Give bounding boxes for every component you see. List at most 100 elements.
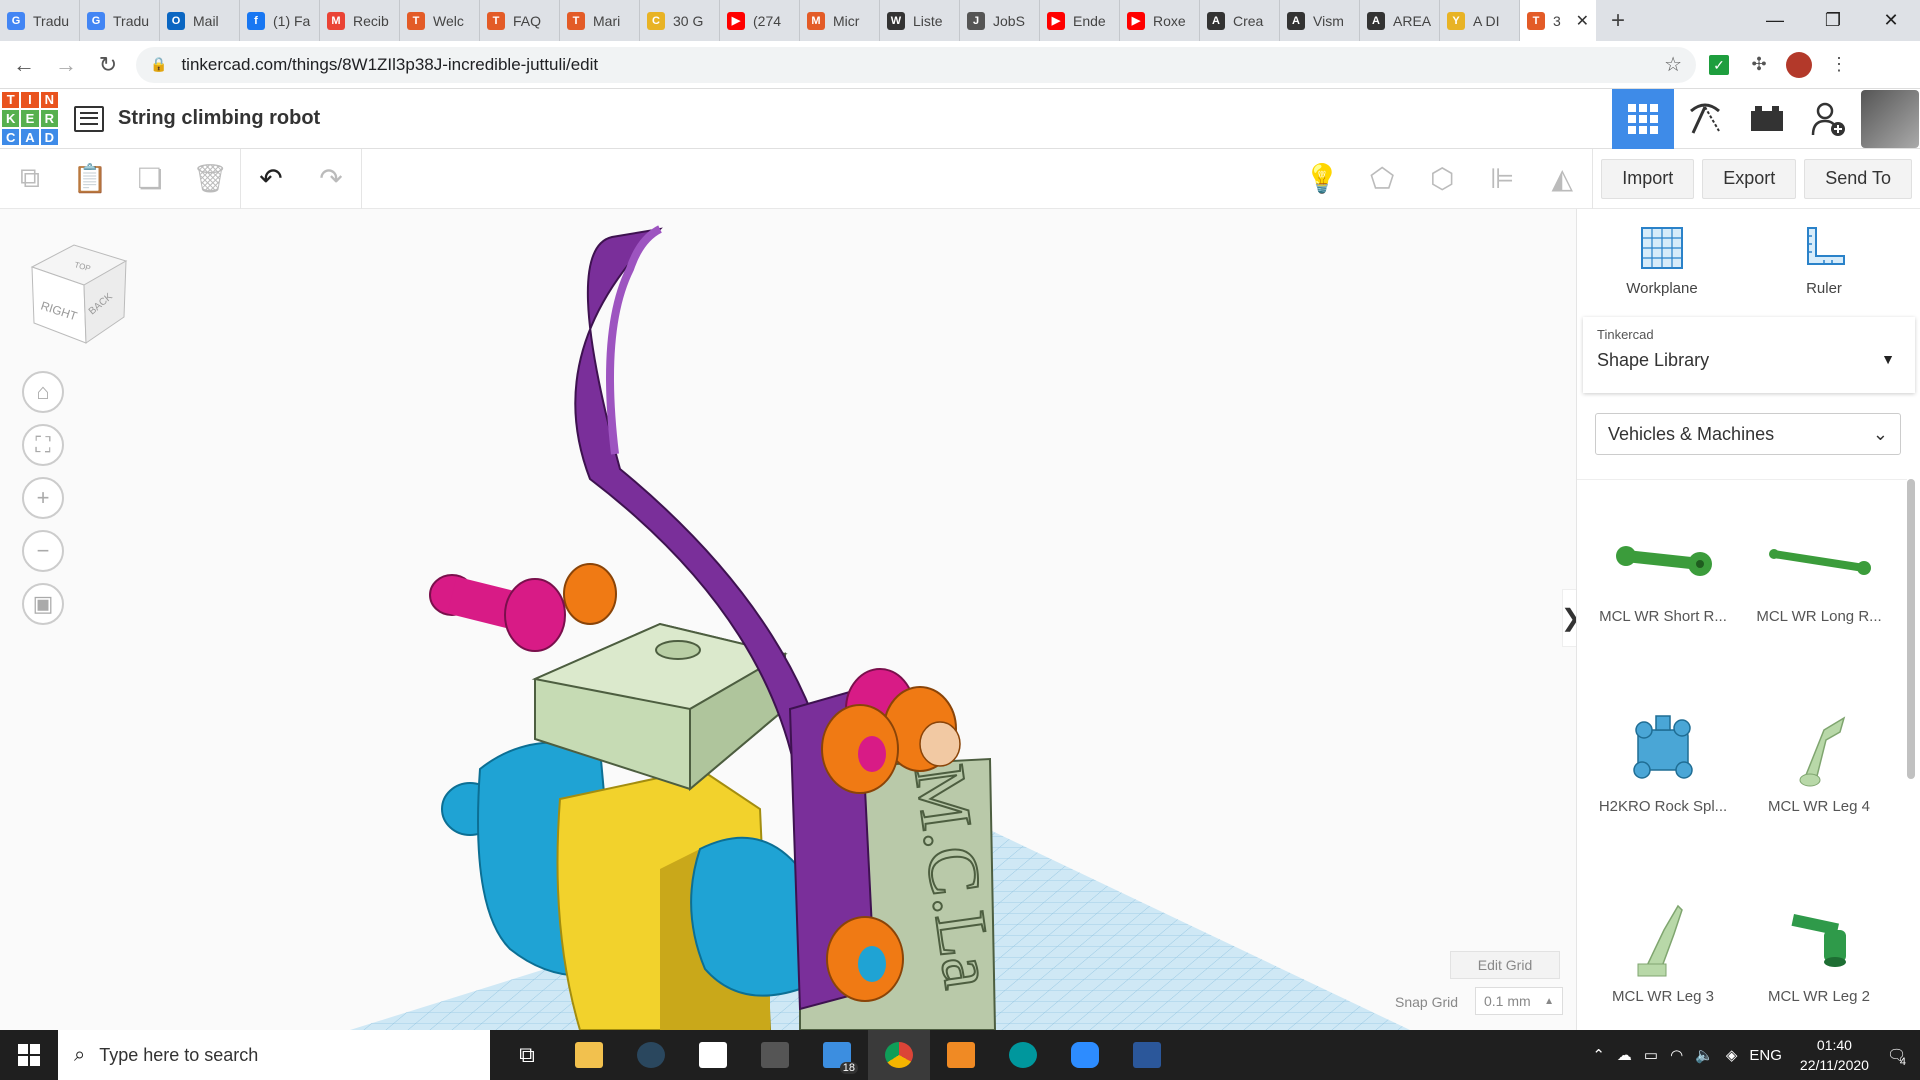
workplane-tool[interactable]: Workplane xyxy=(1597,224,1727,297)
ortho-view-icon[interactable]: ▣ xyxy=(22,583,64,625)
tinkercad-logo[interactable]: TIN KER CAD xyxy=(2,91,58,146)
3d-workspace[interactable]: M.C.La TOP RIGHT BACK ⌂ ⛶ + − ▣ Edit Gri… xyxy=(0,209,1576,1030)
browser-tab[interactable]: f (1) Fa xyxy=(240,0,320,41)
view-cube[interactable]: TOP RIGHT BACK xyxy=(26,239,132,351)
browser-tab-active[interactable]: T 3 ✕ xyxy=(1520,0,1596,41)
minimize-icon[interactable]: — xyxy=(1746,0,1804,41)
motor-body-blue-front[interactable] xyxy=(690,836,801,997)
browser-tab[interactable]: T FAQ xyxy=(480,0,560,41)
chrome-icon[interactable] xyxy=(868,1030,930,1080)
add-user-icon[interactable] xyxy=(1798,89,1860,149)
undo-icon[interactable]: ↶ xyxy=(241,149,301,209)
mirror-icon[interactable]: ◭ xyxy=(1532,149,1592,209)
pickaxe-icon[interactable] xyxy=(1674,89,1736,149)
cloud-icon[interactable]: ☁ xyxy=(1617,1046,1632,1064)
browser-tab[interactable]: Y A DI xyxy=(1440,0,1520,41)
redo-icon[interactable]: ↷ xyxy=(301,149,361,209)
browser-tab[interactable]: W Liste xyxy=(880,0,960,41)
user-avatar[interactable] xyxy=(1861,89,1919,148)
forward-arrow-icon[interactable]: → xyxy=(48,47,84,83)
windows-start-icon[interactable] xyxy=(0,1030,58,1080)
browser-tab[interactable]: O Mail xyxy=(160,0,240,41)
restore-icon[interactable]: ❐ xyxy=(1804,0,1862,41)
lock-icon[interactable]: 🔒 xyxy=(150,56,167,73)
zoom-icon[interactable] xyxy=(1054,1030,1116,1080)
mail-icon[interactable]: 18 xyxy=(806,1030,868,1080)
browser-tab[interactable]: M Micr xyxy=(800,0,880,41)
design-list-icon[interactable] xyxy=(74,105,104,132)
store-icon[interactable] xyxy=(682,1030,744,1080)
fit-view-icon[interactable]: ⛶ xyxy=(22,424,64,466)
volume-icon[interactable]: 🔈 xyxy=(1695,1046,1714,1064)
send-to-button[interactable]: Send To xyxy=(1804,158,1912,199)
file-explorer-icon[interactable] xyxy=(558,1030,620,1080)
collapse-panel-chevron-icon[interactable]: ❯ xyxy=(1561,589,1576,647)
wooden-dowel[interactable] xyxy=(919,721,961,767)
panel-scrollbar[interactable] xyxy=(1907,479,1915,779)
bricks-icon[interactable] xyxy=(1736,89,1798,149)
3d-view-grid-icon[interactable] xyxy=(1612,88,1674,149)
bookmark-star-icon[interactable]: ☆ xyxy=(1664,52,1682,77)
extension-check-icon[interactable]: ✓ xyxy=(1702,48,1736,82)
shape-item[interactable]: MCL WR Leg 4 xyxy=(1739,710,1899,880)
shape-item[interactable]: H2KRO Rock Spl... xyxy=(1583,710,1743,880)
fusion-icon[interactable] xyxy=(930,1030,992,1080)
profile-avatar[interactable] xyxy=(1782,48,1816,82)
shape-item[interactable]: MCL WR Short R... xyxy=(1583,520,1743,690)
back-arrow-icon[interactable]: ← xyxy=(6,47,42,83)
battery-icon[interactable]: ▭ xyxy=(1644,1046,1658,1064)
snap-grid-select[interactable]: 0.1 mm ▲ xyxy=(1475,987,1563,1015)
close-tab-icon[interactable]: ✕ xyxy=(1576,11,1589,31)
group-icon[interactable]: ⬠ xyxy=(1352,149,1412,209)
paste-icon[interactable]: 📋 xyxy=(60,149,120,209)
ruler-tool[interactable]: Ruler xyxy=(1759,224,1889,297)
new-tab-button[interactable]: + xyxy=(1596,0,1640,41)
browser-tab[interactable]: ▶ (274 xyxy=(720,0,800,41)
steam-icon[interactable] xyxy=(620,1030,682,1080)
wifi-icon[interactable]: ◠ xyxy=(1670,1046,1683,1064)
notifications-icon[interactable]: 🗨 4 xyxy=(1887,1046,1906,1068)
language-indicator[interactable]: ENG xyxy=(1749,1047,1782,1064)
zoom-out-icon[interactable]: − xyxy=(22,530,64,572)
export-button[interactable]: Export xyxy=(1702,158,1797,199)
browser-tab[interactable]: G Tradu xyxy=(80,0,160,41)
browser-tab[interactable]: T Welc xyxy=(400,0,480,41)
shape-item[interactable]: MCL WR Long R... xyxy=(1739,520,1899,690)
browser-tab[interactable]: A AREA xyxy=(1360,0,1440,41)
browser-tab[interactable]: A Vism xyxy=(1280,0,1360,41)
clock[interactable]: 01:40 22/11/2020 xyxy=(1800,1035,1869,1075)
predator-icon[interactable] xyxy=(744,1030,806,1080)
url-input[interactable]: 🔒 tinkercad.com/things/8W1ZIl3p38J-incre… xyxy=(136,46,1696,83)
browser-tab[interactable]: T Mari xyxy=(560,0,640,41)
browser-tab[interactable]: ▶ Roxe xyxy=(1120,0,1200,41)
browser-tab[interactable]: J JobS xyxy=(960,0,1040,41)
orange-gear-left[interactable] xyxy=(563,563,617,625)
browser-tab[interactable]: ▶ Ende xyxy=(1040,0,1120,41)
duplicate-icon[interactable]: ❏ xyxy=(120,149,180,209)
notes-lightbulb-icon[interactable]: 💡 xyxy=(1292,149,1352,209)
zoom-in-icon[interactable]: + xyxy=(22,477,64,519)
category-select[interactable]: Vehicles & Machines ⌄ xyxy=(1595,413,1901,455)
browser-tab[interactable]: C 30 G xyxy=(640,0,720,41)
delete-trash-icon[interactable]: 🗑 xyxy=(180,149,240,209)
design-title[interactable]: String climbing robot xyxy=(118,107,320,130)
shape-library-select[interactable]: Tinkercad Shape Library ▼ xyxy=(1583,317,1915,393)
browser-tab[interactable]: M Recib xyxy=(320,0,400,41)
edit-grid-button[interactable]: Edit Grid xyxy=(1450,951,1560,979)
dropbox-icon[interactable]: ◈ xyxy=(1726,1046,1738,1064)
align-icon[interactable]: ⊫ xyxy=(1472,149,1532,209)
import-button[interactable]: Import xyxy=(1601,158,1695,199)
taskbar-search-input[interactable]: ⌕ Type here to search xyxy=(58,1030,490,1080)
tray-chevron-up-icon[interactable]: ⌃ xyxy=(1592,1046,1605,1064)
copy-icon[interactable]: ⧉ xyxy=(0,149,60,209)
home-view-icon[interactable]: ⌂ xyxy=(22,371,64,413)
close-window-icon[interactable]: ✕ xyxy=(1862,0,1920,41)
browser-tab[interactable]: A Crea xyxy=(1200,0,1280,41)
ungroup-icon[interactable]: ⬡ xyxy=(1412,149,1472,209)
word-icon[interactable] xyxy=(1116,1030,1178,1080)
workplane-scene[interactable]: M.C.La xyxy=(0,209,1576,1030)
browser-tab[interactable]: G Tradu xyxy=(0,0,80,41)
reload-icon[interactable]: ↻ xyxy=(90,47,126,83)
browser-menu-icon[interactable]: ⋮ xyxy=(1822,48,1856,82)
task-view-icon[interactable]: ⧉ xyxy=(496,1030,558,1080)
